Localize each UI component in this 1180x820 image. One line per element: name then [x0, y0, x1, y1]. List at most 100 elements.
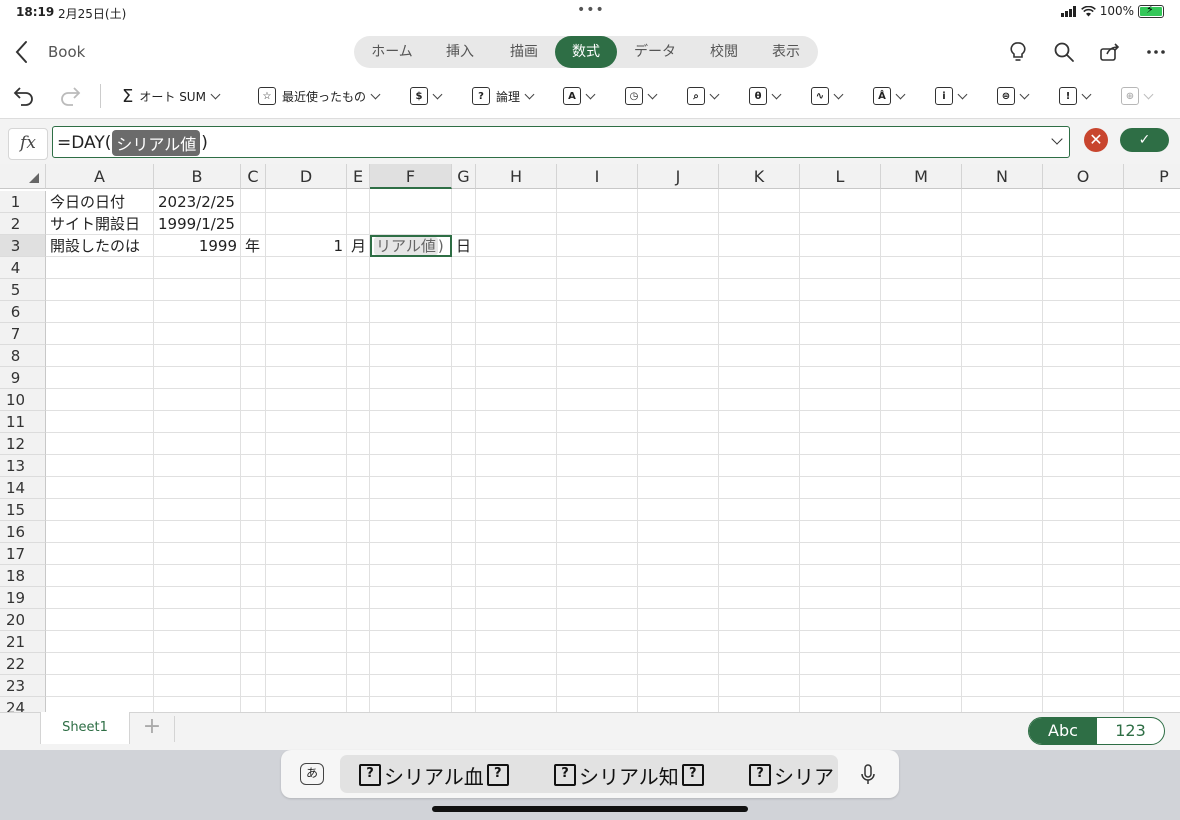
back-chevron-icon[interactable]: [12, 38, 32, 66]
spreadsheet-grid[interactable]: A B C D E F G H I J K L M N O P 1 2 3 4 …: [0, 164, 1180, 712]
column-header-l[interactable]: L: [800, 164, 881, 189]
cell-b1[interactable]: 2023/2/25: [154, 191, 241, 213]
statistical-functions-button[interactable]: ∿: [811, 74, 844, 118]
tab-data[interactable]: データ: [622, 36, 688, 68]
row-header[interactable]: 5: [0, 279, 46, 301]
microphone-icon[interactable]: [858, 764, 878, 786]
row-header[interactable]: 8: [0, 345, 46, 367]
tab-view[interactable]: 表示: [754, 36, 818, 68]
suggestion-item[interactable]: ? シリアル知?: [551, 762, 707, 789]
cell-g3[interactable]: 日: [452, 235, 476, 257]
cell-c3[interactable]: 年: [241, 235, 266, 257]
row-header[interactable]: 23: [0, 675, 46, 697]
row-header[interactable]: 4: [0, 257, 46, 279]
column-header-i[interactable]: I: [557, 164, 638, 189]
lookup-functions-button[interactable]: ⌕: [687, 74, 720, 118]
keyboard-abc-button[interactable]: Abc: [1029, 718, 1097, 744]
text-functions-button[interactable]: A: [563, 74, 596, 118]
row-header[interactable]: 24: [0, 697, 46, 712]
column-header-h[interactable]: H: [476, 164, 557, 189]
book-title[interactable]: Book: [48, 43, 85, 61]
math-functions-button[interactable]: θ: [749, 74, 782, 118]
row-header[interactable]: 20: [0, 609, 46, 631]
column-header-d[interactable]: D: [266, 164, 347, 189]
home-indicator[interactable]: [432, 806, 748, 812]
column-header-m[interactable]: M: [881, 164, 962, 189]
column-header-f[interactable]: F: [370, 164, 452, 189]
financial-functions-button[interactable]: $: [410, 74, 443, 118]
active-cell-f3[interactable]: リアル値): [370, 235, 452, 257]
lightbulb-icon[interactable]: [1006, 40, 1030, 64]
compatibility-functions-button[interactable]: !: [1059, 74, 1092, 118]
engineering-functions-button[interactable]: Å: [873, 74, 906, 118]
information-functions-button[interactable]: i: [935, 74, 968, 118]
column-header-o[interactable]: O: [1043, 164, 1124, 189]
select-all-corner[interactable]: [0, 164, 46, 189]
suggestion-item[interactable]: ? シリアル血?: [356, 762, 512, 789]
row-header[interactable]: 22: [0, 653, 46, 675]
web-functions-button[interactable]: ⊕: [1121, 74, 1154, 118]
cell-b3[interactable]: 1999: [154, 235, 241, 257]
cell-e3[interactable]: 月: [347, 235, 370, 257]
database-functions-button[interactable]: ⊜: [997, 74, 1030, 118]
more-options-icon[interactable]: [1144, 40, 1168, 64]
keyboard-123-button[interactable]: 123: [1097, 718, 1164, 744]
column-header-j[interactable]: J: [638, 164, 719, 189]
tab-insert[interactable]: 挿入: [428, 36, 492, 68]
tab-draw[interactable]: 描画: [492, 36, 556, 68]
tab-formulas[interactable]: 数式: [555, 36, 617, 68]
share-icon[interactable]: [1098, 40, 1122, 64]
ime-switch-button[interactable]: あ: [300, 763, 324, 785]
cell-a1[interactable]: 今日の日付: [46, 191, 154, 213]
row-header[interactable]: 15: [0, 499, 46, 521]
row-header[interactable]: 17: [0, 543, 46, 565]
row-header[interactable]: 1: [0, 191, 46, 213]
row-header[interactable]: 3: [0, 235, 46, 257]
row-header[interactable]: 7: [0, 323, 46, 345]
cell-b2[interactable]: 1999/1/25: [154, 213, 241, 235]
recent-functions-button[interactable]: ☆ 最近使ったもの: [258, 74, 381, 118]
row-header[interactable]: 2: [0, 213, 46, 235]
tab-review[interactable]: 校閲: [692, 36, 756, 68]
formula-input[interactable]: =DAY( シリアル値 ): [52, 126, 1070, 158]
row-header[interactable]: 13: [0, 455, 46, 477]
expand-formula-chevron-icon[interactable]: [1051, 133, 1063, 145]
cell-a3[interactable]: 開設したのは: [46, 235, 154, 257]
datetime-functions-button[interactable]: ◷: [625, 74, 658, 118]
column-header-k[interactable]: K: [719, 164, 800, 189]
multitasking-dots-icon[interactable]: •••: [577, 2, 605, 18]
cancel-formula-button[interactable]: ✕: [1084, 128, 1108, 152]
tab-home[interactable]: ホーム: [360, 36, 424, 68]
row-header[interactable]: 10: [0, 389, 46, 411]
row-header[interactable]: 18: [0, 565, 46, 587]
add-sheet-button[interactable]: +: [140, 716, 164, 740]
column-header-c[interactable]: C: [241, 164, 266, 189]
row-header[interactable]: 16: [0, 521, 46, 543]
row-header[interactable]: 9: [0, 367, 46, 389]
row-header[interactable]: 21: [0, 631, 46, 653]
star-icon: ☆: [258, 87, 276, 105]
column-header-e[interactable]: E: [347, 164, 370, 189]
column-header-b[interactable]: B: [154, 164, 241, 189]
column-header-n[interactable]: N: [962, 164, 1043, 189]
cell-a2[interactable]: サイト開設日: [46, 213, 154, 235]
column-header-a[interactable]: A: [46, 164, 154, 189]
column-header-p[interactable]: P: [1124, 164, 1180, 189]
row-header[interactable]: 19: [0, 587, 46, 609]
formula-argument-chip[interactable]: シリアル値: [112, 130, 201, 156]
logical-functions-button[interactable]: ? 論理: [472, 74, 535, 118]
row-header[interactable]: 14: [0, 477, 46, 499]
suggestion-item[interactable]: ? シリア: [746, 762, 838, 788]
search-icon[interactable]: [1052, 40, 1076, 64]
row-header[interactable]: 12: [0, 433, 46, 455]
row-header[interactable]: 6: [0, 301, 46, 323]
cell-d3[interactable]: 1: [266, 235, 347, 257]
confirm-formula-button[interactable]: ✓: [1120, 128, 1169, 152]
redo-icon[interactable]: [58, 85, 82, 107]
insert-function-button[interactable]: fx: [8, 128, 48, 160]
column-header-g[interactable]: G: [452, 164, 476, 189]
row-header[interactable]: 11: [0, 411, 46, 433]
sheet-tab-sheet1[interactable]: Sheet1: [40, 712, 130, 744]
autosum-button[interactable]: Σ オート SUM: [122, 74, 221, 118]
undo-icon[interactable]: [12, 85, 36, 107]
